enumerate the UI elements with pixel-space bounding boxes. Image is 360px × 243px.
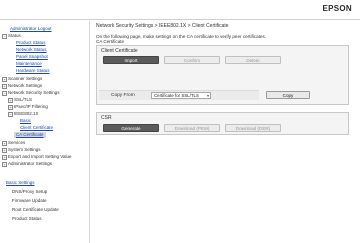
sidebar-item-product-status-bottom[interactable]: Product Status [12, 216, 42, 222]
main-content: Network Security Settings > IEEE802.1X >… [91, 21, 360, 243]
sidebar-item-administrator-settings[interactable]: + Administrator Settings [2, 161, 52, 167]
sidebar-item-export-import[interactable]: + Export and Import Setting Value [2, 154, 71, 160]
client-certificate-title: Client Certificate [101, 48, 138, 54]
tree-toggle-icon[interactable]: + [2, 141, 7, 146]
csr-title: CSR [101, 115, 112, 121]
generate-button[interactable]: Generate [103, 124, 159, 132]
sidebar-item-client-certificate[interactable]: Client Certificate [20, 125, 53, 131]
tree-toggle-icon[interactable]: + [2, 84, 7, 89]
sidebar-item-network-settings[interactable]: + Network Settings [2, 83, 42, 89]
copy-button[interactable]: Copy [266, 91, 310, 99]
sidebar-item-ssl-tls[interactable]: + SSL/TLS [8, 97, 32, 103]
copy-from-row: Copy From Certificate for SSL/TLS ▾ [99, 90, 259, 100]
tree-toggle-icon[interactable]: + [2, 155, 7, 160]
sidebar-item-scanner-settings[interactable]: + Scanner Settings [2, 76, 42, 82]
chevron-down-icon: ▾ [206, 93, 209, 98]
page-subtitle: CA Certificate [96, 39, 125, 44]
tree-toggle-icon[interactable]: + [2, 162, 7, 167]
confirm-button[interactable]: Confirm [164, 56, 220, 64]
breadcrumb: Network Security Settings > IEEE802.1X >… [96, 23, 229, 29]
sidebar-nav: Administrator Logout − Status Product Sta… [0, 21, 90, 243]
csr-panel: CSR Generate Download (PEM) Download (DE… [96, 112, 349, 135]
web-config-page: EPSON Administrator Logout − Status Produ… [0, 0, 360, 243]
tree-toggle-icon[interactable]: + [2, 148, 7, 153]
page-header: EPSON [0, 0, 360, 20]
sidebar-basic-settings-link[interactable]: Basic Settings [6, 180, 35, 186]
download-der-button[interactable]: Download (DER) [225, 124, 281, 132]
tree-toggle-icon[interactable]: + [2, 77, 7, 82]
sidebar-item-root-certificate-update[interactable]: Root Certificate Update [12, 207, 59, 213]
sidebar-item-ipsec-ip-filtering[interactable]: + IPsec/IP Filtering [8, 104, 48, 110]
tree-toggle-icon[interactable]: − [2, 91, 7, 96]
sidebar-item-hardware-status[interactable]: Hardware Status [16, 68, 50, 74]
sidebar-item-ca-certificate[interactable]: CA Certificate [14, 132, 46, 138]
sidebar-item-product-status[interactable]: Product Status [16, 40, 46, 46]
client-certificate-panel: Client Certificate Import Confirm Delete… [96, 45, 349, 105]
sidebar-item-status[interactable]: − Status [2, 33, 21, 39]
copy-from-select[interactable]: Certificate for SSL/TLS ▾ [151, 92, 211, 99]
sidebar-item-network-security-settings[interactable]: − Network Security Settings [2, 90, 60, 96]
tree-toggle-icon[interactable]: + [8, 105, 13, 110]
tree-toggle-icon[interactable]: + [8, 98, 13, 103]
sidebar-item-panel-snapshot[interactable]: Panel Snapshot [16, 54, 48, 60]
sidebar-item-basic[interactable]: Basic [20, 118, 31, 124]
admin-logout-link[interactable]: Administrator Logout [10, 26, 52, 32]
sidebar-item-firmware-update[interactable]: Firmware Update [12, 198, 47, 204]
sidebar-item-system-settings[interactable]: + System Settings [2, 147, 41, 153]
import-button[interactable]: Import [103, 56, 159, 64]
sidebar-item-network-status[interactable]: Network Status [16, 47, 47, 53]
copy-from-label: Copy From [111, 93, 135, 98]
sidebar-item-maintenance[interactable]: Maintenance [16, 61, 42, 67]
sidebar-item-services[interactable]: + Services [2, 140, 25, 146]
delete-button[interactable]: Delete [225, 56, 281, 64]
epson-logo: EPSON [322, 4, 352, 13]
sidebar-item-dns-proxy-setup[interactable]: DNS/Proxy Setup [12, 189, 47, 195]
tree-toggle-icon[interactable]: − [2, 34, 7, 39]
sidebar-item-ieee8021x[interactable]: − IEEE802.1X [8, 111, 39, 117]
tree-toggle-icon[interactable]: − [8, 112, 13, 117]
download-pem-button[interactable]: Download (PEM) [164, 124, 220, 132]
